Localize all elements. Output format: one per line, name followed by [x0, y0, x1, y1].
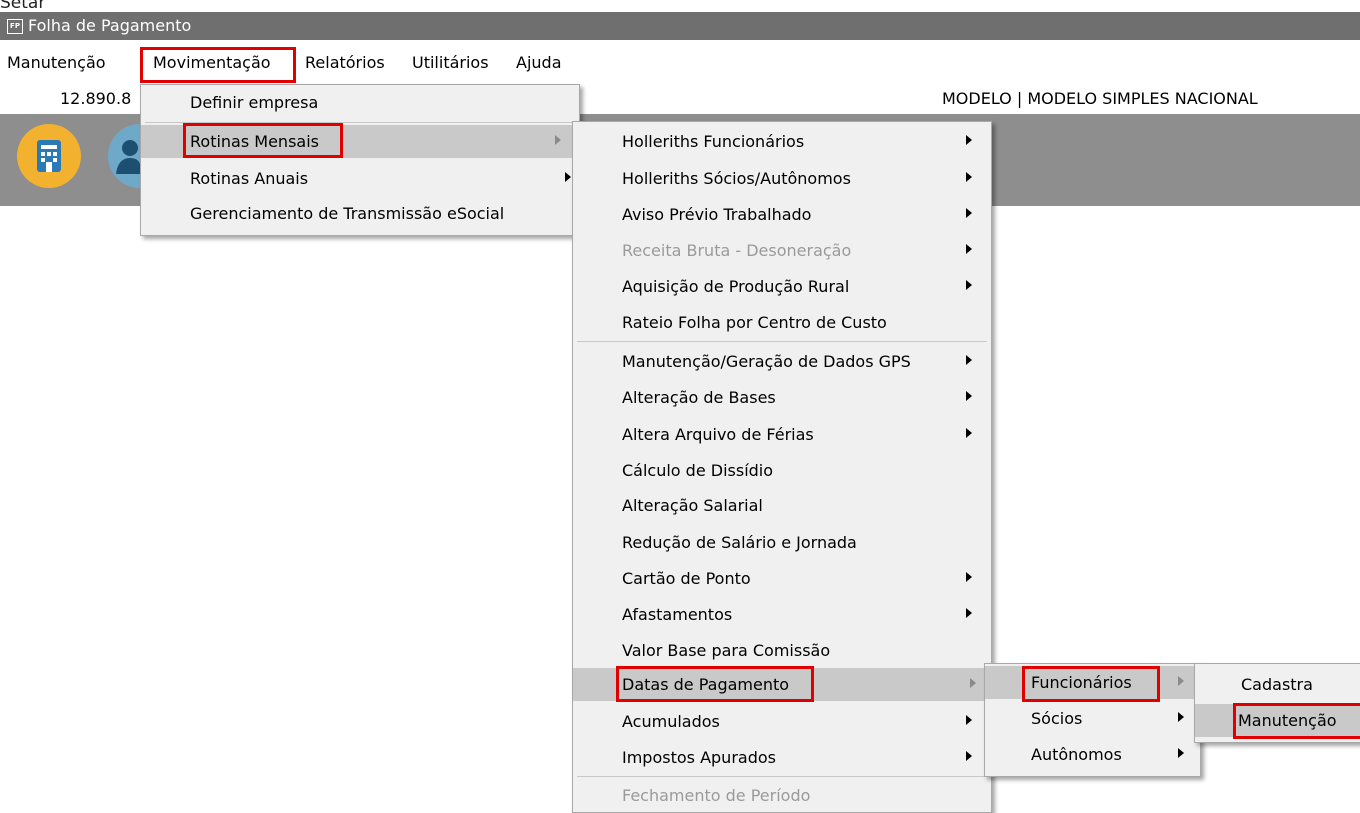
submenu-arrow-icon — [966, 172, 972, 182]
menu-item-holleriths-socios[interactable]: Holleriths Sócios/Autônomos — [573, 162, 991, 195]
menu-item-valor-base-comissao[interactable]: Valor Base para Comissão — [573, 634, 991, 667]
menu-item-reducao-salario[interactable]: Redução de Salário e Jornada — [573, 526, 991, 559]
menu-item-definir-empresa[interactable]: Definir empresa — [141, 86, 579, 119]
clipped-caption-text: Setar — [0, 0, 46, 12]
submenu-arrow-icon — [966, 608, 972, 618]
submenu-arrow-icon — [966, 572, 972, 582]
menu-item-fechamento-periodo: Fechamento de Período — [622, 786, 811, 805]
menu-item-aquisicao-producao-rural[interactable]: Aquisição de Produção Rural — [573, 270, 991, 303]
menu-separator — [577, 776, 987, 777]
highlight-manutencao — [1233, 703, 1360, 739]
menu-item-receita-bruta: Receita Bruta - Desoneração — [573, 234, 991, 267]
submenu-arrow-icon — [555, 135, 561, 145]
window-titlebar: FP Folha de Pagamento — [0, 12, 1360, 40]
submenu-arrow-icon — [966, 135, 972, 145]
submenu-arrow-icon — [966, 715, 972, 725]
menu-item-socios[interactable]: Sócios — [985, 702, 1200, 735]
menu-utilitarios[interactable]: Utilitários — [412, 53, 489, 72]
menu-item-cartao-ponto[interactable]: Cartão de Ponto — [573, 562, 991, 595]
menu-item-aviso-previo[interactable]: Aviso Prévio Trabalhado — [573, 198, 991, 231]
menu-item-altera-ferias[interactable]: Altera Arquivo de Férias — [573, 418, 991, 451]
menu-item-calculo-dissidio[interactable]: Cálculo de Dissídio — [573, 454, 991, 487]
menu-item-holleriths-funcionarios[interactable]: Holleriths Funcionários — [573, 125, 991, 158]
highlight-movimentacao — [140, 47, 296, 83]
submenu-arrow-icon — [1178, 712, 1184, 722]
menu-item-impostos-apurados[interactable]: Impostos Apurados — [573, 741, 991, 774]
menu-item-rotinas-anuais[interactable]: Rotinas Anuais — [141, 162, 579, 195]
movimentacao-menu: Definir empresa Rotinas Mensais Rotinas … — [140, 84, 580, 236]
company-code: 12.890.8 — [60, 89, 132, 108]
submenu-arrow-icon — [966, 428, 972, 438]
rotinas-mensais-menu: Holleriths Funcionários Holleriths Sócio… — [572, 121, 992, 813]
company-name: MODELO | MODELO SIMPLES NACIONAL — [942, 89, 1258, 108]
menu-item-alteracao-salarial[interactable]: Alteração Salarial — [573, 489, 991, 522]
submenu-arrow-icon — [966, 280, 972, 290]
submenu-arrow-icon — [1178, 676, 1184, 686]
submenu-arrow-icon — [970, 678, 976, 688]
window-title: Folha de Pagamento — [28, 16, 192, 35]
submenu-arrow-icon — [565, 172, 571, 182]
company-button[interactable] — [17, 124, 81, 188]
highlight-funcionarios — [1022, 666, 1160, 702]
app-icon: FP — [7, 19, 23, 34]
menu-item-acumulados[interactable]: Acumulados — [573, 705, 991, 738]
submenu-arrow-icon — [966, 391, 972, 401]
submenu-arrow-icon — [966, 355, 972, 365]
menu-item-alteracao-bases[interactable]: Alteração de Bases — [573, 381, 991, 414]
submenu-arrow-icon — [1178, 748, 1184, 758]
submenu-arrow-icon — [966, 208, 972, 218]
menu-item-rateio-folha[interactable]: Rateio Folha por Centro de Custo — [573, 306, 991, 339]
menu-relatorios[interactable]: Relatórios — [305, 53, 385, 72]
menu-item-autonomos[interactable]: Autônomos — [985, 738, 1200, 771]
highlight-datas-pagamento — [616, 666, 814, 702]
building-icon — [37, 140, 61, 172]
menu-item-gerenciamento-esocial[interactable]: Gerenciamento de Transmissão eSocial — [141, 197, 579, 230]
menu-item-cadastra[interactable]: Cadastra — [1195, 668, 1360, 701]
menu-separator — [577, 341, 987, 342]
submenu-arrow-icon — [966, 751, 972, 761]
menu-manutencao[interactable]: Manutenção — [7, 53, 106, 72]
submenu-arrow-icon — [966, 244, 972, 254]
highlight-rotinas-mensais — [183, 123, 343, 158]
menu-item-manutencao-gps[interactable]: Manutenção/Geração de Dados GPS — [573, 345, 991, 378]
menu-item-afastamentos[interactable]: Afastamentos — [573, 598, 991, 631]
menu-ajuda[interactable]: Ajuda — [516, 53, 562, 72]
